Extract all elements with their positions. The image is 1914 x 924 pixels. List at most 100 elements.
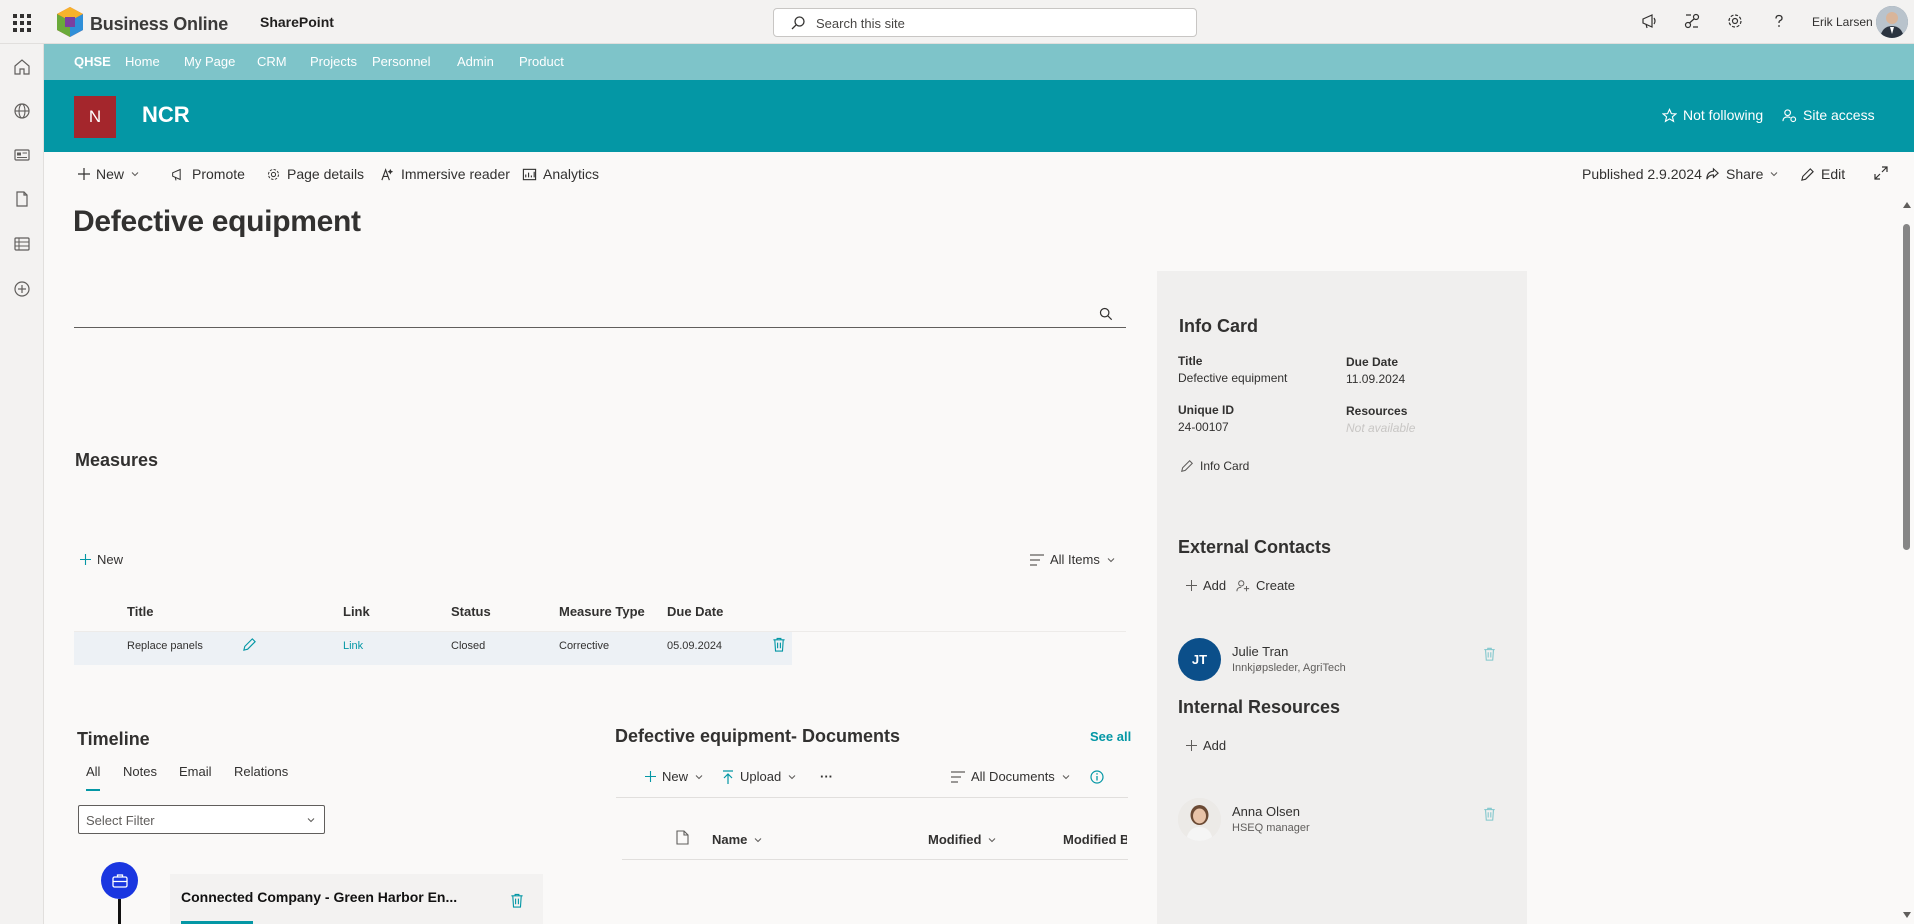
edit-button[interactable]: Edit xyxy=(1800,166,1845,182)
follow-button[interactable]: Not following xyxy=(1662,107,1763,123)
more-options-button[interactable]: ··· xyxy=(820,769,833,784)
add-resource-button[interactable]: Add xyxy=(1186,738,1226,753)
analytics-button[interactable]: Analytics xyxy=(522,166,599,182)
immersive-reader-icon xyxy=(380,167,395,182)
people-settings-icon xyxy=(1782,108,1797,123)
info-icon[interactable] xyxy=(1090,770,1104,784)
published-status[interactable]: Published 2.9.2024 xyxy=(1582,166,1702,182)
info-card-title: Info Card xyxy=(1179,316,1258,336)
content-search-box[interactable] xyxy=(74,327,1126,328)
documents-upload-button[interactable]: Upload xyxy=(722,769,797,784)
site-logo[interactable]: N xyxy=(74,96,116,138)
new-button[interactable]: New xyxy=(78,166,140,182)
hub-name[interactable]: QHSE xyxy=(74,54,111,69)
star-icon xyxy=(1662,107,1677,123)
column-header-link[interactable]: Link xyxy=(343,604,370,619)
megaphone-icon[interactable] xyxy=(1641,12,1659,30)
column-header-measure-type[interactable]: Measure Type xyxy=(559,604,645,619)
user-name[interactable]: Erik Larsen xyxy=(1812,15,1873,29)
news-icon[interactable] xyxy=(13,146,31,164)
resource-avatar[interactable] xyxy=(1178,798,1221,841)
list-icon[interactable] xyxy=(13,235,31,253)
see-all-link[interactable]: See all xyxy=(1090,729,1131,744)
hub-nav-product[interactable]: Product xyxy=(519,54,564,69)
hub-nav-my-page[interactable]: My Page xyxy=(184,54,235,69)
due-date-label: Due Date xyxy=(1346,355,1399,369)
home-icon[interactable] xyxy=(13,58,31,76)
hub-nav-projects[interactable]: Projects xyxy=(310,54,357,69)
documents-view-selector[interactable]: All Documents xyxy=(951,769,1071,784)
column-header-modified-by[interactable]: Modified By xyxy=(1063,832,1127,847)
share-icon xyxy=(1705,167,1720,182)
globe-icon[interactable] xyxy=(13,102,31,120)
app-name[interactable]: SharePoint xyxy=(260,14,334,30)
expand-icon[interactable] xyxy=(1874,166,1888,180)
documents-divider xyxy=(616,797,1128,798)
scrollbar-thumb[interactable] xyxy=(1903,224,1910,550)
timeline-filter-dropdown[interactable]: Select Filter xyxy=(78,805,325,834)
chevron-down-icon xyxy=(987,835,997,845)
row-status: Closed xyxy=(451,640,486,652)
documents-new-button[interactable]: New xyxy=(645,769,704,784)
delete-icon[interactable] xyxy=(772,637,786,652)
site-search[interactable] xyxy=(773,8,1197,37)
document-icon[interactable] xyxy=(13,190,31,208)
edit-pencil-icon[interactable] xyxy=(242,637,257,652)
column-header-modified[interactable]: Modified xyxy=(928,832,997,847)
help-icon[interactable] xyxy=(1770,12,1788,30)
column-header-title[interactable]: Title xyxy=(127,604,154,619)
tab-email[interactable]: Email xyxy=(179,764,212,779)
edit-info-card-button[interactable]: Info Card xyxy=(1180,459,1249,473)
delete-icon[interactable] xyxy=(1483,647,1496,661)
measures-new-button[interactable]: New xyxy=(80,552,123,567)
resource-name[interactable]: Anna Olsen xyxy=(1232,804,1300,819)
resources-label: Resources xyxy=(1346,404,1408,418)
settings-icon[interactable] xyxy=(1726,12,1744,30)
timeline-card-title[interactable]: Connected Company - Green Harbor En... xyxy=(181,889,457,905)
title-label: Title xyxy=(1178,354,1203,368)
promote-button[interactable]: Promote xyxy=(171,166,245,182)
delete-icon[interactable] xyxy=(510,893,524,908)
column-header-status[interactable]: Status xyxy=(451,604,491,619)
search-input[interactable] xyxy=(816,13,1176,33)
timeline-card[interactable]: Connected Company - Green Harbor En... xyxy=(170,874,543,924)
user-avatar[interactable] xyxy=(1876,6,1908,38)
search-icon[interactable] xyxy=(1099,307,1113,321)
delete-icon[interactable] xyxy=(1483,807,1496,821)
brand-name[interactable]: Business Online xyxy=(90,14,228,35)
hub-nav-home[interactable]: Home xyxy=(125,54,160,69)
app-connect-icon[interactable] xyxy=(1683,12,1701,30)
app-launcher-icon[interactable] xyxy=(10,10,34,34)
unique-id-value: 24-00107 xyxy=(1178,420,1229,434)
add-contact-button[interactable]: Add xyxy=(1186,578,1226,593)
create-contact-button[interactable]: Create xyxy=(1236,578,1295,593)
column-header-name[interactable]: Name xyxy=(712,832,763,847)
timeline-title: Timeline xyxy=(77,729,150,749)
chevron-down-icon xyxy=(1061,772,1071,782)
site-title[interactable]: NCR xyxy=(142,102,190,128)
contact-avatar[interactable]: JT xyxy=(1178,638,1221,681)
hub-nav-personnel[interactable]: Personnel xyxy=(372,54,431,69)
measures-view-selector[interactable]: All Items xyxy=(1030,552,1116,567)
row-link[interactable]: Link xyxy=(343,640,363,652)
immersive-reader-button[interactable]: Immersive reader xyxy=(380,166,510,182)
resource-role: HSEQ manager xyxy=(1232,822,1310,834)
hub-nav-admin[interactable]: Admin xyxy=(457,54,494,69)
create-icon[interactable] xyxy=(13,280,31,298)
contact-name[interactable]: Julie Tran xyxy=(1232,644,1288,659)
documents-title[interactable]: Defective equipment- Documents xyxy=(615,726,900,747)
site-access-button[interactable]: Site access xyxy=(1782,107,1875,123)
hub-nav-crm[interactable]: CRM xyxy=(257,54,287,69)
plus-icon xyxy=(1186,580,1197,591)
tab-all[interactable]: All xyxy=(86,764,100,779)
row-due-date: 05.09.2024 xyxy=(667,640,723,652)
chevron-down-icon xyxy=(753,835,763,845)
search-icon xyxy=(790,15,806,31)
brand-logo-icon[interactable] xyxy=(52,4,88,40)
tab-notes[interactable]: Notes xyxy=(123,764,157,779)
column-header-due-date[interactable]: Due Date xyxy=(667,604,723,619)
tab-relations[interactable]: Relations xyxy=(234,764,288,779)
row-title[interactable]: Replace panels xyxy=(127,640,203,652)
share-button[interactable]: Share xyxy=(1705,166,1779,182)
page-details-button[interactable]: Page details xyxy=(266,166,364,182)
